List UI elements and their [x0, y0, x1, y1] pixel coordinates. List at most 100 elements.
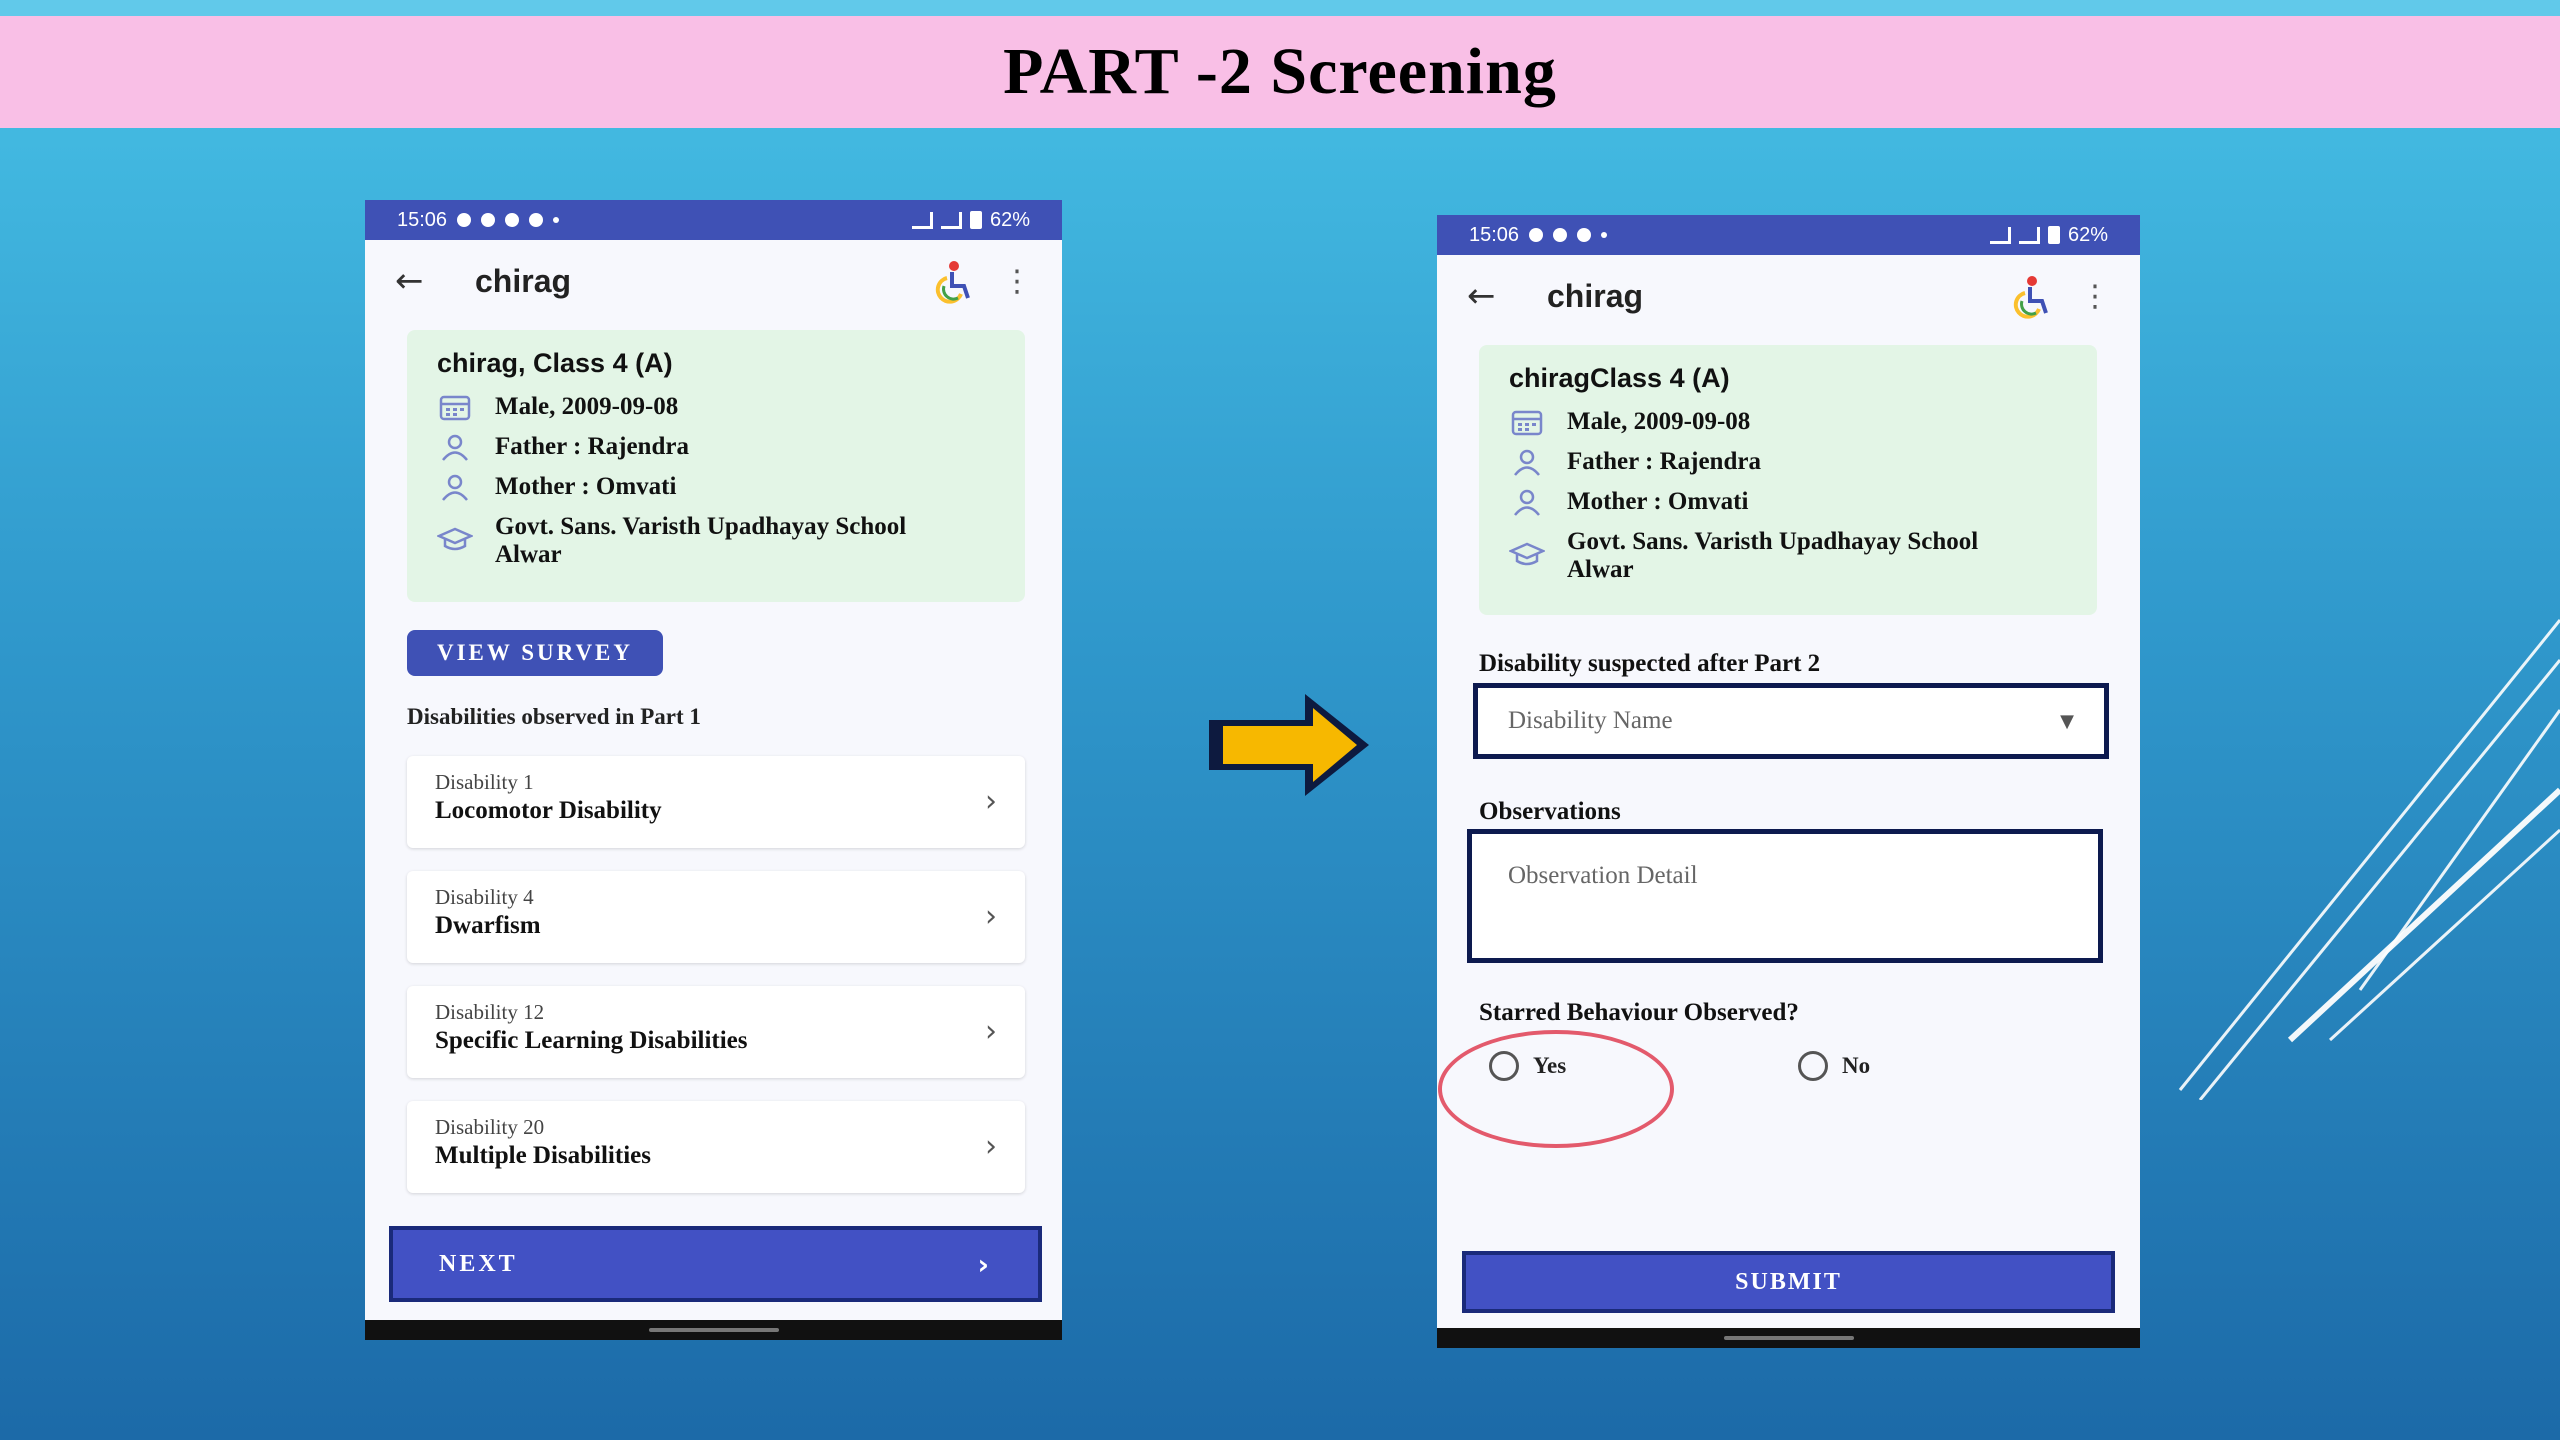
submit-button[interactable]: SUBMIT [1462, 1251, 2115, 1313]
next-button[interactable]: NEXT › [389, 1226, 1042, 1302]
person-icon [437, 433, 473, 461]
more-notifications-icon [553, 217, 560, 223]
mother-name: Mother : Omvati [495, 473, 677, 500]
decorative-lines [2178, 619, 2560, 1100]
whatsapp-notification-icon [481, 213, 496, 227]
disability-number: Disability 4 [435, 885, 534, 909]
app-notification-icon [1577, 228, 1592, 242]
school-row: Govt. Sans. Varisth Upadhayay School Alw… [1509, 528, 2067, 584]
chevron-right-icon: › [985, 899, 997, 934]
disability-name-placeholder: Disability Name [1508, 707, 1673, 734]
observation-placeholder: Observation Detail [1508, 862, 1698, 889]
father-name: Father : Rajendra [495, 433, 689, 460]
starred-behaviour-label: Starred Behaviour Observed? [1479, 999, 1799, 1026]
radio-no[interactable]: No [1798, 1051, 1870, 1081]
more-notifications-icon [1601, 232, 1608, 238]
disability-name: Specific Learning Disabilities [435, 1027, 748, 1054]
school-icon [1509, 540, 1545, 568]
father-row: Father : Rajendra [437, 433, 995, 461]
school-name: Govt. Sans. Varisth Upadhayay School Alw… [1567, 528, 1979, 583]
status-time: 15:06 [1469, 223, 1520, 246]
app-bar-title: chirag [475, 262, 572, 299]
view-survey-button[interactable]: VIEW SURVEY [407, 630, 663, 676]
person-icon [1509, 488, 1545, 516]
disability-list-item[interactable]: Disability 20 Multiple Disabilities › [407, 1101, 1025, 1193]
radio-no-label: No [1842, 1053, 1871, 1078]
disability-list-item[interactable]: Disability 12 Specific Learning Disabili… [407, 986, 1025, 1078]
disability-number: Disability 1 [435, 770, 534, 794]
more-vert-icon[interactable]: ⋮ [2080, 279, 2110, 314]
app-bar-title: chirag [1547, 277, 1644, 314]
home-gesture-pill[interactable] [648, 1328, 779, 1332]
app-bar: ← chirag ⋮ [1437, 255, 2140, 337]
network-signal-icon [911, 211, 933, 229]
disability-name: Dwarfism [435, 912, 541, 939]
system-nav-bar [365, 1320, 1062, 1340]
disability-name: Multiple Disabilities [435, 1142, 651, 1169]
battery-level: 62% [989, 208, 1030, 231]
wheelchair-icon[interactable] [2008, 273, 2054, 319]
disability-list-item[interactable]: Disability 1 Locomotor Disability › [407, 756, 1025, 848]
mother-row: Mother : Omvati [437, 473, 995, 501]
status-time: 15:06 [397, 208, 448, 231]
disability-number: Disability 20 [435, 1115, 545, 1139]
radio-no-circle[interactable] [1798, 1051, 1828, 1081]
person-icon [437, 473, 473, 501]
app-bar: ← chirag ⋮ [365, 240, 1062, 322]
back-arrow-icon[interactable]: ← [1467, 276, 1517, 316]
mother-row: Mother : Omvati [1509, 488, 2067, 516]
battery-icon [2047, 226, 2060, 244]
title-banner: PART -2 Screening [0, 16, 2560, 128]
right-arrow-icon [1209, 694, 1369, 796]
calendar-icon [1509, 408, 1545, 436]
slide-title: PART -2 Screening [1003, 35, 1557, 108]
school-name: Govt. Sans. Varisth Upadhayay School Alw… [495, 513, 907, 568]
gender-dob: Male, 2009-09-08 [1567, 408, 1751, 435]
chevron-right-icon: › [985, 784, 997, 819]
message-notification-icon [505, 213, 520, 227]
submit-button-label: SUBMIT [1735, 1268, 1842, 1295]
person-icon [1509, 448, 1545, 476]
father-name: Father : Rajendra [1567, 448, 1761, 475]
observation-detail-input[interactable]: Observation Detail [1467, 829, 2103, 963]
chat-notification-icon [1529, 228, 1544, 242]
school-icon [437, 525, 473, 553]
calendar-icon [437, 393, 473, 421]
disability-suspected-label: Disability suspected after Part 2 [1479, 650, 1821, 677]
dropdown-caret-icon: ▼ [2060, 710, 2074, 732]
left-phone-screen: 15:06 62% ← chirag ⋮ chirag, Class 4 (A) [365, 200, 1062, 1340]
chevron-right-icon: › [977, 1247, 992, 1281]
chevron-right-icon: › [985, 1129, 997, 1164]
battery-level: 62% [2067, 223, 2108, 246]
top-strip [0, 0, 2560, 16]
father-row: Father : Rajendra [1509, 448, 2067, 476]
wifi-signal-icon [2018, 226, 2040, 244]
school-row: Govt. Sans. Varisth Upadhayay School Alw… [437, 513, 995, 569]
more-vert-icon[interactable]: ⋮ [1002, 264, 1032, 299]
back-arrow-icon[interactable]: ← [395, 261, 445, 301]
home-gesture-pill[interactable] [1723, 1336, 1854, 1340]
student-name-class: chiragClass 4 (A) [1509, 363, 1730, 393]
wifi-signal-icon [940, 211, 962, 229]
student-name-class: chirag, Class 4 (A) [437, 348, 673, 378]
next-button-label: NEXT [439, 1250, 518, 1277]
gender-dob-row: Male, 2009-09-08 [437, 393, 995, 421]
app-notification-icon [529, 213, 544, 227]
yes-highlight-annotation [1438, 1030, 1674, 1148]
chat-notification-icon [457, 213, 472, 227]
disability-name-dropdown[interactable]: Disability Name ▼ [1473, 683, 2109, 759]
disability-list-item[interactable]: Disability 4 Dwarfism › [407, 871, 1025, 963]
status-bar: 15:06 62% [1437, 215, 2140, 255]
chevron-right-icon: › [985, 1014, 997, 1049]
observations-label: Observations [1479, 798, 1621, 825]
student-profile-card: chiragClass 4 (A) Male, 2009-09-08 Fathe… [1479, 345, 2097, 615]
battery-icon [969, 211, 982, 229]
disabilities-part1-label: Disabilities observed in Part 1 [407, 704, 701, 729]
disability-name: Locomotor Disability [435, 797, 662, 824]
gender-dob-row: Male, 2009-09-08 [1509, 408, 2067, 436]
wheelchair-icon[interactable] [930, 258, 976, 304]
whatsapp-notification-icon [1553, 228, 1568, 242]
student-profile-card: chirag, Class 4 (A) Male, 2009-09-08 Fat… [407, 330, 1025, 602]
mother-name: Mother : Omvati [1567, 488, 1749, 515]
disability-number: Disability 12 [435, 1000, 545, 1024]
